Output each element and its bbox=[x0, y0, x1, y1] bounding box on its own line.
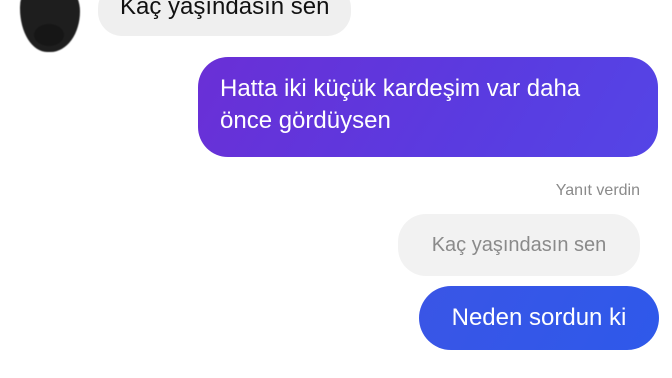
chat-thread: Kaç yaşındasın sen Hatta iki küçük karde… bbox=[0, 0, 672, 378]
outgoing-reply-bubble[interactable]: Neden sordun ki bbox=[419, 286, 659, 350]
incoming-message-text: Kaç yaşındasın sen bbox=[120, 0, 330, 20]
outgoing-reply-text: Neden sordun ki bbox=[451, 304, 627, 331]
quoted-message-bubble[interactable]: Kaç yaşındasın sen bbox=[398, 214, 640, 276]
quoted-message-text: Kaç yaşındasın sen bbox=[431, 233, 607, 256]
reply-indicator-label: Yanıt verdin bbox=[555, 182, 640, 199]
outgoing-message-bubble[interactable]: Hatta iki küçük kardeşim var daha önce g… bbox=[198, 57, 658, 157]
outgoing-message-text: Hatta iki küçük kardeşim var daha önce g… bbox=[220, 75, 581, 134]
incoming-message-bubble[interactable]: Kaç yaşındasın sen bbox=[98, 0, 352, 36]
avatar[interactable] bbox=[20, 0, 80, 52]
